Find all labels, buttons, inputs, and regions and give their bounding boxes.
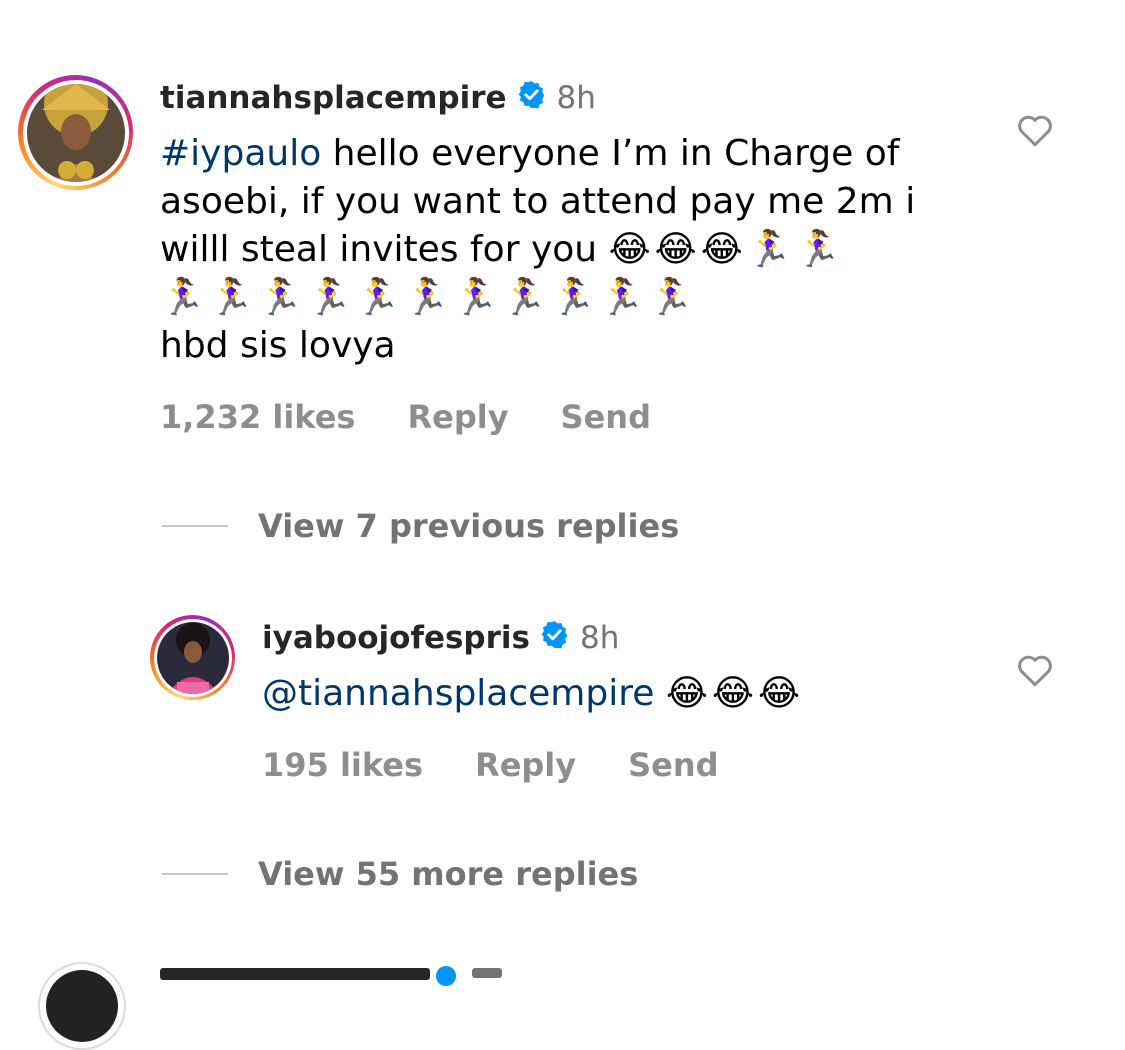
verified-badge-icon xyxy=(516,79,547,118)
comment-line-5: hbd sis lovya xyxy=(160,325,396,366)
next-comment-time-partial xyxy=(472,968,502,978)
avatar-iyaboojofespris[interactable] xyxy=(150,615,235,700)
hashtag-link[interactable]: #iypaulo xyxy=(160,133,321,174)
comment-username[interactable]: tiannahsplacempire xyxy=(160,80,507,116)
reply-button[interactable]: Reply xyxy=(475,746,576,784)
avatar-photo xyxy=(26,83,125,182)
heart-outline-icon[interactable] xyxy=(1016,112,1054,152)
emoji-group: 😂😂😂 xyxy=(665,673,805,714)
reply-iyaboojofespris: iyaboojofespris 8h @tiannahsplacempire 😂… xyxy=(0,600,1125,900)
send-button[interactable]: Send xyxy=(628,746,718,784)
verified-badge-icon xyxy=(539,619,570,658)
next-comment-username-partial xyxy=(160,968,430,980)
comment-line-2: asoebi, if you want to attend pay me 2m … xyxy=(160,181,916,222)
mention-link[interactable]: @tiannahsplacempire xyxy=(262,673,654,714)
view-more-replies-button[interactable]: View 55 more replies xyxy=(162,855,638,893)
comment-line-1-text: hello everyone I’m in Charge of xyxy=(321,133,900,174)
emoji-row: 🏃‍♀️🏃‍♀️🏃‍♀️🏃‍♀️🏃‍♀️🏃‍♀️🏃‍♀️🏃‍♀️🏃‍♀️🏃‍♀️… xyxy=(160,277,698,318)
send-button[interactable]: Send xyxy=(561,398,651,436)
avatar-photo xyxy=(156,621,229,694)
verified-badge-icon xyxy=(436,966,456,986)
comment-timestamp: 8h xyxy=(556,80,596,116)
view-previous-replies-button[interactable]: View 7 previous replies xyxy=(162,507,679,545)
replies-divider-line xyxy=(162,873,228,875)
comment-line-3: willl steal invites for you 😂😂😂🏃‍♀️🏃‍♀️ xyxy=(160,226,960,274)
heart-outline-icon[interactable] xyxy=(1016,652,1054,692)
replies-divider-line xyxy=(162,525,228,527)
likes-count[interactable]: 195 likes xyxy=(262,746,423,784)
likes-count[interactable]: 1,232 likes xyxy=(160,398,355,436)
comment-line-3-text: willl steal invites for you xyxy=(160,229,598,270)
comment-username[interactable]: iyaboojofespris xyxy=(262,620,530,656)
avatar-photo xyxy=(46,970,118,1042)
comment-line-1: #iypaulo hello everyone I’m in Charge of xyxy=(160,130,960,178)
avatar-tiannahsplacempire[interactable] xyxy=(18,75,133,190)
emoji-group: 😂😂😂🏃‍♀️🏃‍♀️ xyxy=(608,229,845,270)
reply-button[interactable]: Reply xyxy=(407,398,508,436)
comment-text: @tiannahsplacempire 😂😂😂 xyxy=(262,670,962,718)
comment-text: #iypaulo hello everyone I’m in Charge of… xyxy=(160,130,960,370)
comment-timestamp: 8h xyxy=(579,620,620,656)
comment-tiannahsplacempire: tiannahsplacempire 8h #iypaulo hello eve… xyxy=(0,0,1125,560)
view-replies-label: View 55 more replies xyxy=(258,855,639,893)
view-replies-label: View 7 previous replies xyxy=(258,507,680,545)
next-comment-avatar-partial[interactable] xyxy=(38,962,126,1050)
